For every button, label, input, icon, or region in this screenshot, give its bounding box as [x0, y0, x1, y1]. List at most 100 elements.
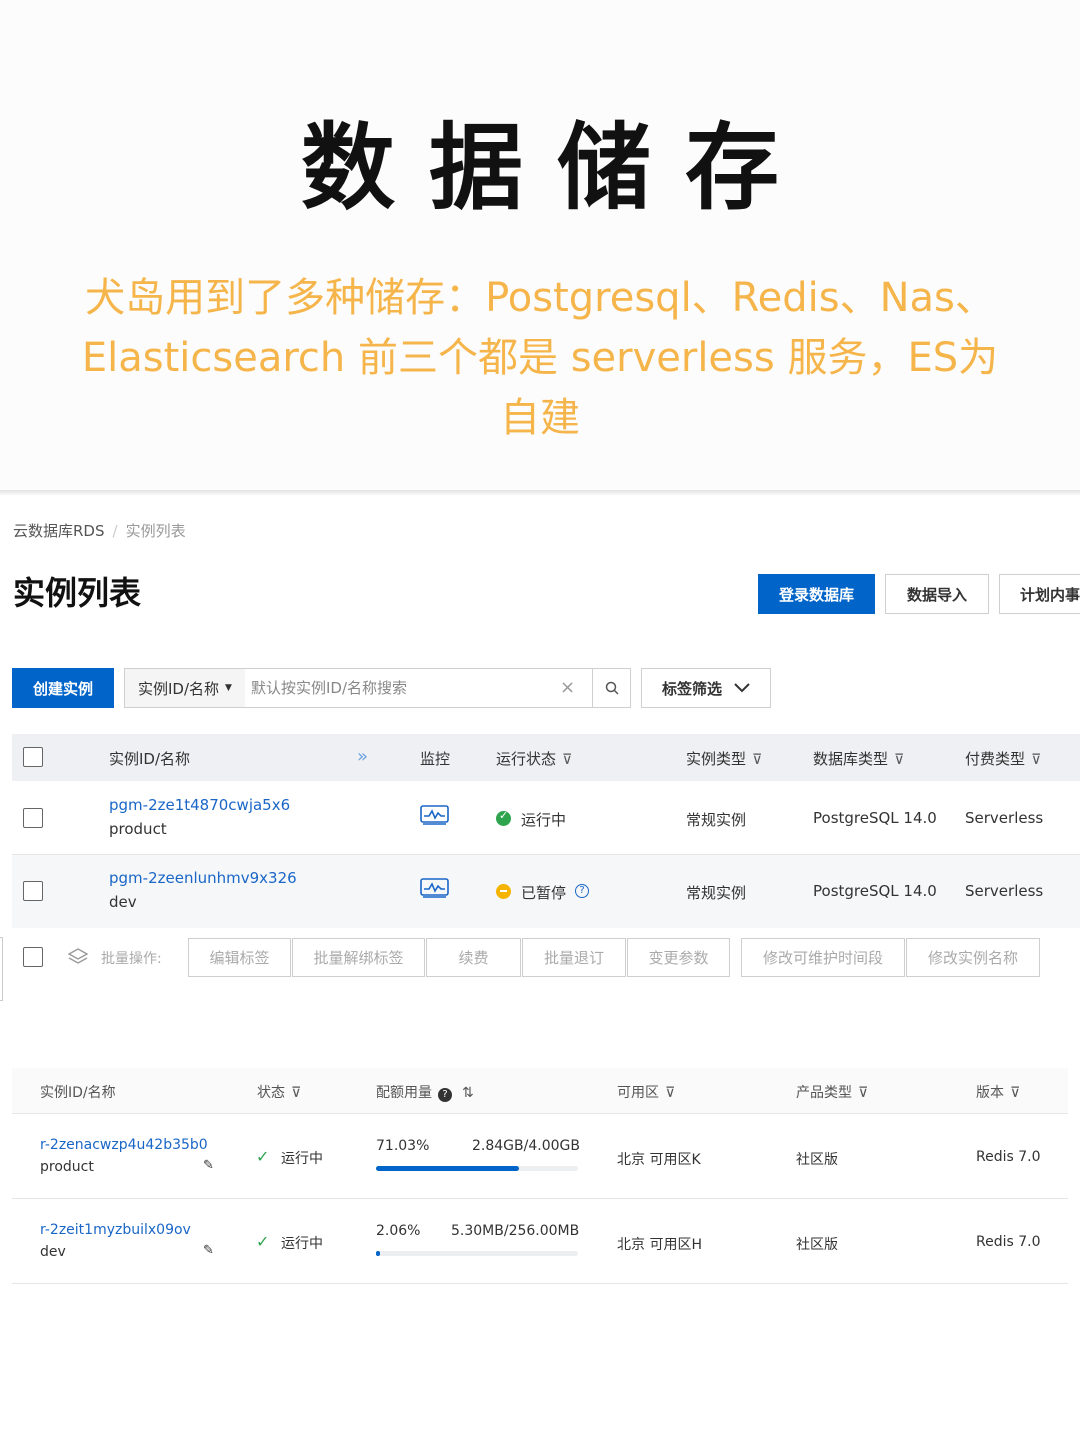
column-header-version-label: 版本: [976, 1085, 1004, 1101]
expand-columns-icon[interactable]: »: [357, 746, 368, 767]
page-title: 实例列表: [13, 574, 142, 612]
data-import-button[interactable]: 数据导入: [885, 574, 989, 614]
layers-icon: [68, 948, 88, 964]
usage-progress-fill: [376, 1166, 520, 1171]
status-text: 运行中: [521, 811, 567, 829]
usage-amount: 5.30MB/256.00MB: [451, 1223, 580, 1239]
column-header-db-label: 数据库类型: [813, 750, 889, 768]
rename-instance-button[interactable]: 修改实例名称: [906, 938, 1040, 977]
column-header-status-label: 运行状态: [496, 750, 557, 768]
sort-icon[interactable]: ⇅: [462, 1085, 474, 1101]
edit-icon[interactable]: ✎: [203, 1158, 214, 1173]
instance-type: 常规实例: [686, 884, 747, 902]
redis-table-header: [12, 1068, 1068, 1114]
version: Redis 7.0: [976, 1234, 1041, 1250]
filter-icon[interactable]: ⊽: [665, 1085, 675, 1101]
zone: 北京 可用区K: [617, 1152, 701, 1168]
side-handle[interactable]: [0, 937, 3, 1001]
column-header-pay-label: 付费类型: [965, 750, 1026, 768]
change-params-button[interactable]: 变更参数: [627, 938, 730, 977]
instance-id-link[interactable]: pgm-2zeenlunhmv9x326: [109, 869, 297, 887]
batch-unsubscribe-button[interactable]: 批量退订: [522, 938, 626, 977]
status-text: 运行中: [281, 1236, 323, 1252]
edit-maintenance-window-button[interactable]: 修改可维护时间段: [741, 938, 905, 977]
breadcrumb-separator: /: [112, 522, 118, 540]
filter-icon[interactable]: ⊽: [1031, 752, 1041, 768]
db-type: PostgreSQL 14.0: [813, 882, 937, 900]
column-header-db: 数据库类型 ⊽: [813, 748, 904, 769]
column-header-product: 产品类型 ⊽: [796, 1082, 868, 1102]
help-icon[interactable]: ?: [575, 884, 589, 898]
monitor-icon[interactable]: [420, 878, 449, 898]
zone: 北京 可用区H: [617, 1237, 702, 1253]
row-checkbox[interactable]: [23, 881, 43, 901]
search-field-select[interactable]: 实例ID/名称 ▼: [125, 669, 245, 707]
instance-id-link[interactable]: r-2zeit1myzbuilx09ov: [40, 1222, 191, 1238]
login-database-button[interactable]: 登录数据库: [758, 574, 875, 614]
filter-icon[interactable]: ⊽: [752, 752, 762, 768]
pay-type: Serverless: [965, 882, 1044, 900]
banner-title: 数据储存: [300, 113, 813, 223]
product-type: 社区版: [796, 1237, 838, 1253]
usage-amount: 2.84GB/4.00GB: [472, 1138, 580, 1154]
check-icon: ✓: [256, 1232, 270, 1251]
edit-icon[interactable]: ✎: [203, 1243, 214, 1258]
search-bar: 实例ID/名称 ▼ ×: [124, 668, 631, 708]
usage-percent: 71.03%: [376, 1138, 430, 1154]
header-divider: [12, 1113, 1068, 1114]
column-header-status: 状态 ⊽: [257, 1082, 301, 1102]
row-divider: [12, 1283, 1068, 1284]
column-header-version: 版本 ⊽: [976, 1082, 1020, 1102]
column-header-zone: 可用区 ⊽: [617, 1082, 675, 1102]
column-header-quota-label: 配额用量: [376, 1085, 432, 1101]
batch-select-checkbox[interactable]: [23, 947, 43, 967]
column-header-id: 实例ID/名称: [40, 1085, 116, 1101]
filter-icon[interactable]: ⊽: [894, 752, 904, 768]
row-checkbox[interactable]: [23, 808, 43, 828]
tag-filter-label: 标签筛选: [661, 679, 722, 698]
usage-progress-bar: [376, 1166, 578, 1171]
breadcrumb-root[interactable]: 云数据库RDS: [13, 522, 105, 540]
renew-button[interactable]: 续费: [426, 938, 521, 977]
column-header-id: 实例ID/名称: [109, 750, 191, 768]
column-header-status: 运行状态 ⊽: [496, 748, 572, 769]
search-button[interactable]: [592, 669, 631, 707]
column-header-monitor: 监控: [420, 750, 451, 768]
breadcrumb: 云数据库RDS / 实例列表: [13, 520, 186, 541]
batch-unbind-tags-button[interactable]: 批量解绑标签: [292, 938, 425, 977]
instance-type: 常规实例: [686, 811, 747, 829]
instance-name: dev: [109, 893, 137, 911]
instance-name: product: [40, 1159, 94, 1175]
breadcrumb-current: 实例列表: [125, 522, 186, 540]
clear-icon[interactable]: ×: [560, 677, 575, 698]
product-type: 社区版: [796, 1152, 838, 1168]
status-text: 已暂停: [521, 884, 567, 902]
filter-icon[interactable]: ⊽: [562, 752, 572, 768]
filter-icon[interactable]: ⊽: [858, 1085, 868, 1101]
create-instance-button[interactable]: 创建实例: [12, 668, 114, 708]
filter-icon[interactable]: ⊽: [291, 1085, 301, 1101]
instance-name: product: [109, 820, 167, 838]
tag-filter-button[interactable]: 标签筛选: [641, 668, 771, 708]
db-type: PostgreSQL 14.0: [813, 809, 937, 827]
monitor-icon[interactable]: [420, 805, 449, 825]
instance-id-link[interactable]: r-2zenacwzp4u42b35b0: [40, 1137, 208, 1153]
status-text: 运行中: [281, 1151, 323, 1167]
column-header-quota: 配额用量? ⇅: [376, 1082, 474, 1102]
instance-id-link[interactable]: pgm-2ze1t4870cwja5x6: [109, 796, 290, 814]
row-divider: [12, 1198, 1068, 1199]
column-header-type-label: 实例类型: [686, 750, 747, 768]
search-icon: [605, 681, 619, 695]
plan-button[interactable]: 计划内事: [999, 574, 1080, 614]
check-icon: ✓: [499, 809, 509, 822]
column-header-pay: 付费类型 ⊽: [965, 748, 1041, 769]
column-header-zone-label: 可用区: [617, 1085, 659, 1101]
edit-tags-button[interactable]: 编辑标签: [188, 938, 291, 977]
check-icon: ✓: [256, 1147, 270, 1166]
select-all-checkbox[interactable]: [23, 747, 43, 767]
column-header-product-label: 产品类型: [796, 1085, 852, 1101]
search-input[interactable]: [251, 669, 561, 707]
filter-icon[interactable]: ⊽: [1010, 1085, 1020, 1101]
usage-progress-fill: [376, 1251, 381, 1256]
help-icon[interactable]: ?: [438, 1088, 452, 1102]
